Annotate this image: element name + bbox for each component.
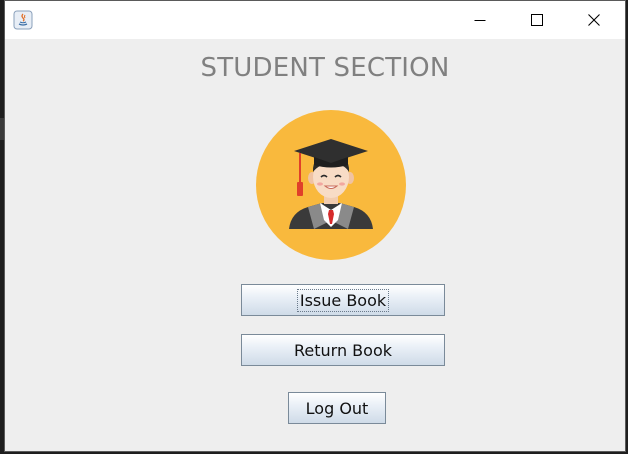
maximize-icon: [531, 14, 543, 26]
graduate-student-icon: [256, 110, 406, 260]
student-section-window: STUDENT SECTION Issue Book Return Book L…: [4, 0, 626, 452]
minimize-button[interactable]: [457, 1, 503, 39]
log-out-button[interactable]: Log Out: [288, 392, 386, 424]
maximize-button[interactable]: [514, 1, 560, 39]
java-app-icon[interactable]: [13, 10, 33, 30]
return-book-button[interactable]: Return Book: [241, 334, 445, 366]
page-title: STUDENT SECTION: [200, 53, 450, 83]
return-book-label: Return Book: [294, 340, 392, 360]
close-button[interactable]: [571, 1, 617, 39]
minimize-icon: [474, 20, 486, 21]
issue-book-button[interactable]: Issue Book: [241, 284, 445, 316]
title-bar: [5, 1, 625, 39]
issue-book-label: Issue Book: [296, 288, 390, 312]
close-icon: [588, 14, 600, 26]
log-out-label: Log Out: [305, 398, 369, 418]
main-panel: STUDENT SECTION Issue Book Return Book L…: [5, 39, 625, 451]
